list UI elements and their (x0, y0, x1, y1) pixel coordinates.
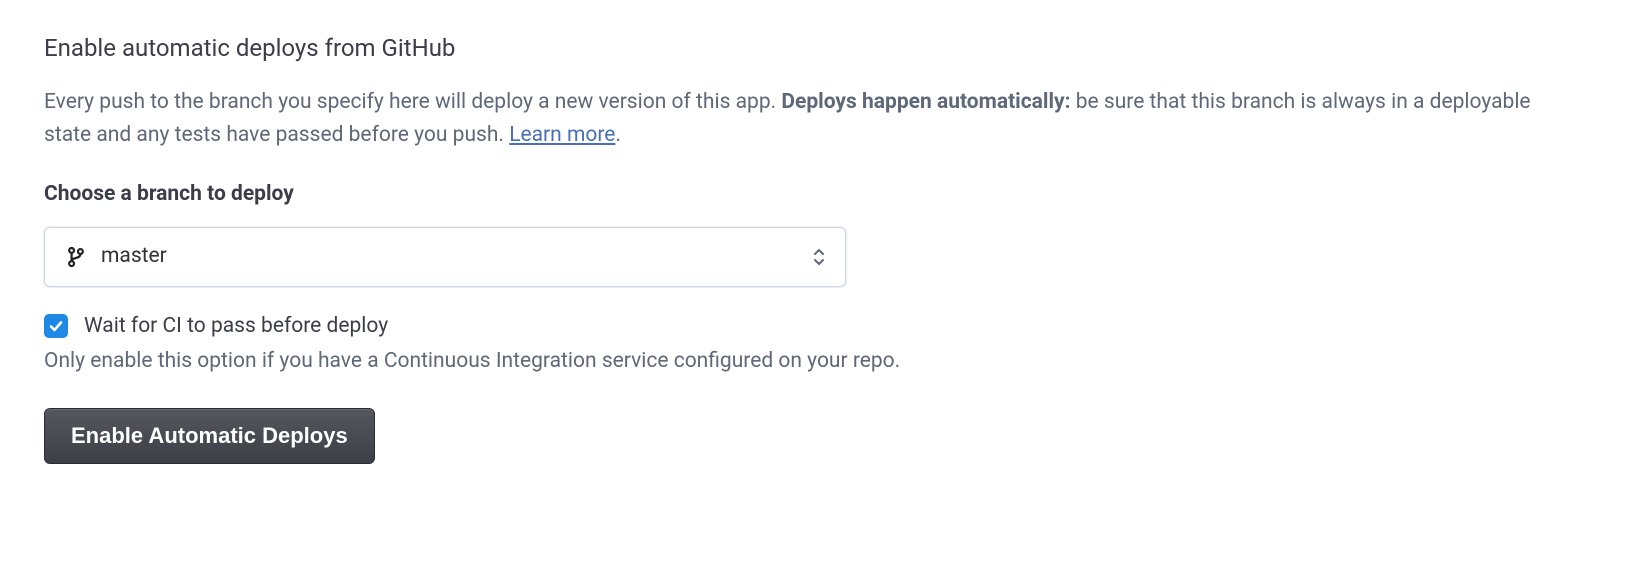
branch-select-wrap: master (44, 227, 846, 287)
description-text-pre: Every push to the branch you specify her… (44, 90, 781, 114)
check-icon (48, 318, 64, 334)
wait-for-ci-label: Wait for CI to pass before deploy (84, 311, 388, 343)
branch-select-value: master (101, 241, 167, 273)
wait-for-ci-checkbox[interactable] (44, 314, 68, 338)
learn-more-link[interactable]: Learn more (509, 123, 615, 147)
branch-select[interactable]: master (44, 227, 846, 287)
enable-automatic-deploys-button[interactable]: Enable Automatic Deploys (44, 408, 375, 464)
section-description: Every push to the branch you specify her… (44, 86, 1582, 151)
wait-for-ci-helper: Only enable this option if you have a Co… (44, 346, 1582, 378)
git-branch-icon (67, 246, 85, 268)
section-heading: Enable automatic deploys from GitHub (44, 30, 1582, 66)
description-text-bold: Deploys happen automatically: (781, 90, 1070, 114)
wait-for-ci-row: Wait for CI to pass before deploy (44, 311, 1582, 343)
description-text-tail: . (615, 123, 621, 147)
branch-field-label: Choose a branch to deploy (44, 179, 1582, 211)
